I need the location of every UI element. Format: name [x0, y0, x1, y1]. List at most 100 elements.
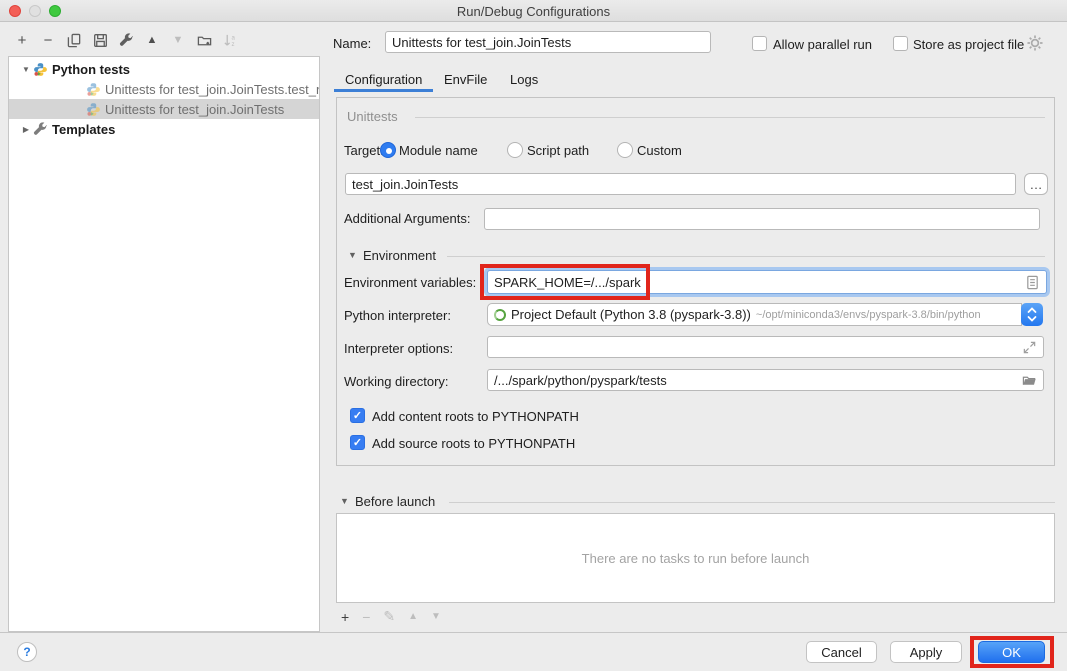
- before-launch-label: Before launch: [355, 494, 435, 509]
- radio-script-path-label: Script path: [527, 143, 589, 158]
- ellipsis-icon: …: [1030, 177, 1043, 192]
- configurations-toolbar: + − ▲ ▼ az: [14, 32, 238, 48]
- add-configuration-button[interactable]: +: [14, 32, 30, 48]
- move-down-button[interactable]: ▼: [170, 32, 186, 48]
- before-launch-collapse-icon[interactable]: ▼: [340, 496, 349, 506]
- before-launch-task-list[interactable]: There are no tasks to run before launch: [336, 513, 1055, 603]
- python-interpreter-select[interactable]: Project Default (Python 3.8 (pyspark-3.8…: [487, 303, 1022, 326]
- additional-arguments-label: Additional Arguments:: [344, 211, 470, 226]
- configurations-tree: ▼ Python tests Unittests for test_join.J…: [8, 56, 320, 632]
- radio-custom[interactable]: [617, 142, 633, 158]
- python-interpreter-value: Project Default (Python 3.8 (pyspark-3.8…: [511, 307, 751, 322]
- copy-configuration-button[interactable]: [66, 32, 82, 48]
- question-mark-icon: ?: [23, 645, 30, 659]
- environment-section-label: Environment: [363, 248, 436, 263]
- remove-configuration-button[interactable]: −: [40, 32, 56, 48]
- help-button[interactable]: ?: [17, 642, 37, 662]
- tree-item-templates[interactable]: ▶ Templates: [9, 119, 319, 139]
- triangle-down-icon: ▼: [173, 34, 184, 46]
- python-test-icon: [86, 82, 101, 97]
- browse-folder-button[interactable]: [1022, 373, 1037, 388]
- working-directory-value: /.../spark/python/pyspark/tests: [494, 373, 667, 388]
- check-icon: ✓: [353, 409, 362, 422]
- browse-module-button[interactable]: …: [1024, 173, 1048, 195]
- edit-task-button[interactable]: ✎: [383, 608, 395, 625]
- collapse-icon[interactable]: ▼: [19, 65, 33, 74]
- tab-configuration[interactable]: Configuration: [345, 72, 422, 87]
- add-task-button[interactable]: +: [341, 609, 349, 625]
- folder-plus-icon: [197, 33, 212, 48]
- interpreter-options-label: Interpreter options:: [344, 341, 453, 356]
- title-bar: Run/Debug Configurations: [0, 0, 1067, 22]
- configuration-panel: Unittests Target: Module name Script pat…: [336, 97, 1055, 466]
- add-content-roots-label: Add content roots to PYTHONPATH: [372, 409, 579, 424]
- name-input[interactable]: Unittests for test_join.JoinTests: [385, 31, 711, 53]
- plus-icon: +: [18, 32, 27, 49]
- move-task-up-button[interactable]: ▲: [408, 611, 418, 622]
- apply-button[interactable]: Apply: [890, 641, 962, 663]
- add-source-roots-label: Add source roots to PYTHONPATH: [372, 436, 575, 451]
- sort-az-icon: az: [223, 33, 238, 48]
- name-label: Name:: [333, 36, 371, 51]
- tree-item-label: Templates: [52, 122, 115, 137]
- sort-configurations-button[interactable]: az: [222, 32, 238, 48]
- copy-icon: [67, 33, 82, 48]
- tab-envfile[interactable]: EnvFile: [444, 72, 487, 87]
- radio-module-name-label: Module name: [399, 143, 478, 158]
- expand-field-button[interactable]: [1022, 340, 1037, 355]
- tree-item-python-tests[interactable]: ▼ Python tests: [9, 59, 319, 79]
- ok-button[interactable]: OK: [978, 641, 1045, 663]
- expand-icon[interactable]: ▶: [19, 125, 33, 134]
- environment-variables-label: Environment variables:: [344, 275, 476, 290]
- conda-env-icon: [494, 309, 506, 321]
- check-icon: ✓: [353, 436, 362, 449]
- name-value: Unittests for test_join.JoinTests: [392, 35, 571, 50]
- python-tests-icon: [33, 62, 48, 77]
- environment-collapse-icon[interactable]: ▼: [348, 250, 357, 260]
- store-settings-gear-button[interactable]: [1026, 34, 1044, 55]
- save-configuration-button[interactable]: [92, 32, 108, 48]
- python-interpreter-path: ~/opt/miniconda3/envs/pyspark-3.8/bin/py…: [756, 309, 981, 321]
- radio-script-path[interactable]: [507, 142, 523, 158]
- interpreter-dropdown-stepper[interactable]: [1021, 303, 1043, 326]
- add-content-roots-checkbox[interactable]: ✓: [350, 408, 365, 423]
- before-launch-divider: [449, 502, 1055, 503]
- remove-task-button[interactable]: −: [362, 609, 370, 625]
- templates-wrench-icon: [33, 122, 48, 137]
- environment-variables-input[interactable]: SPARK_HOME=/.../spark: [487, 270, 1047, 294]
- tree-item-label: Python tests: [52, 62, 130, 77]
- python-test-icon: [86, 102, 101, 117]
- add-source-roots-checkbox[interactable]: ✓: [350, 435, 365, 450]
- cancel-button[interactable]: Cancel: [806, 641, 877, 663]
- minus-icon: −: [44, 32, 53, 49]
- wrench-icon: [119, 33, 134, 48]
- create-folder-button[interactable]: [196, 32, 212, 48]
- window-title: Run/Debug Configurations: [0, 4, 1067, 19]
- folder-icon: [1022, 373, 1037, 388]
- store-as-project-file-checkbox[interactable]: [893, 36, 908, 51]
- before-launch-toolbar: + − ✎ ▲ ▼: [341, 608, 441, 625]
- interpreter-options-input[interactable]: [487, 336, 1044, 358]
- save-icon: [93, 33, 108, 48]
- move-task-down-button[interactable]: ▼: [431, 611, 441, 622]
- env-vars-editor-button[interactable]: [1025, 275, 1040, 290]
- group-divider: [415, 117, 1045, 118]
- tree-item-jointests-selected[interactable]: Unittests for test_join.JoinTests: [9, 99, 319, 119]
- edit-templates-button[interactable]: [118, 32, 134, 48]
- unittests-group-label: Unittests: [347, 109, 398, 124]
- module-name-input[interactable]: test_join.JoinTests: [345, 173, 1016, 195]
- before-launch-empty-text: There are no tasks to run before launch: [582, 551, 810, 566]
- radio-module-name[interactable]: [380, 142, 396, 158]
- allow-parallel-run-label: Allow parallel run: [773, 37, 872, 52]
- tree-item-test-narrow[interactable]: Unittests for test_join.JoinTests.test_n…: [9, 79, 319, 99]
- move-up-button[interactable]: ▲: [144, 32, 160, 48]
- working-directory-input[interactable]: /.../spark/python/pyspark/tests: [487, 369, 1044, 391]
- up-down-chevrons-icon: [1026, 306, 1038, 323]
- gear-icon: [1026, 34, 1044, 52]
- allow-parallel-run-checkbox[interactable]: [752, 36, 767, 51]
- additional-arguments-input[interactable]: [484, 208, 1040, 230]
- radio-custom-label: Custom: [637, 143, 682, 158]
- tab-logs[interactable]: Logs: [510, 72, 538, 87]
- triangle-up-icon: ▲: [147, 34, 158, 46]
- svg-text:z: z: [231, 41, 234, 48]
